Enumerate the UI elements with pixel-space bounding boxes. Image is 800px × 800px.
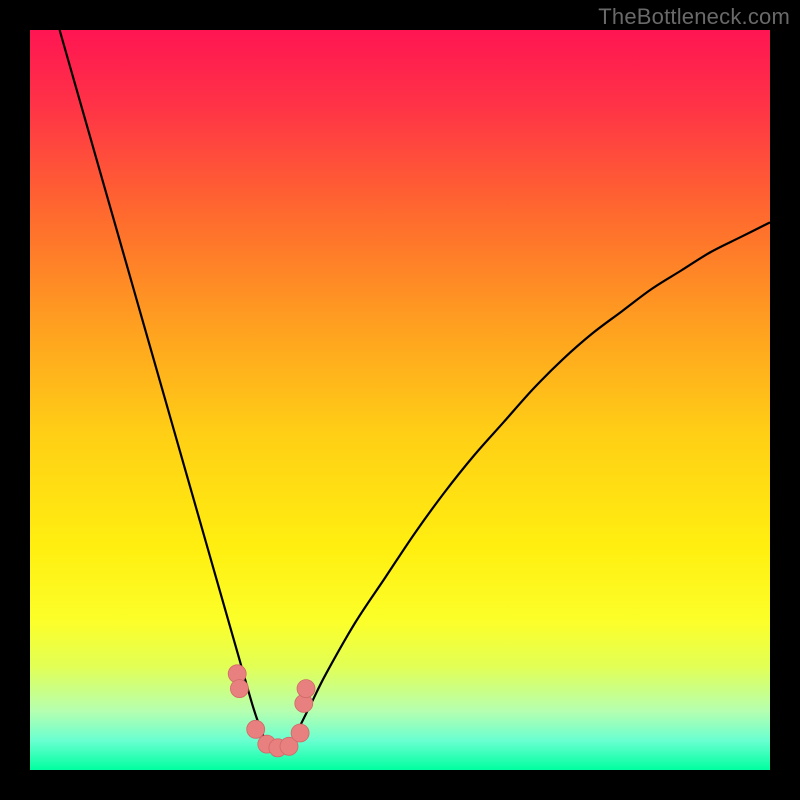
plot-svg xyxy=(30,30,770,770)
plot-area xyxy=(30,30,770,770)
marker-point xyxy=(247,720,265,738)
marker-point xyxy=(297,680,315,698)
outer-frame: TheBottleneck.com xyxy=(0,0,800,800)
watermark-label: TheBottleneck.com xyxy=(598,4,790,30)
marker-point xyxy=(230,680,248,698)
curve-minimum-markers xyxy=(228,665,315,757)
marker-point xyxy=(291,724,309,742)
bottleneck-curve xyxy=(60,30,770,756)
